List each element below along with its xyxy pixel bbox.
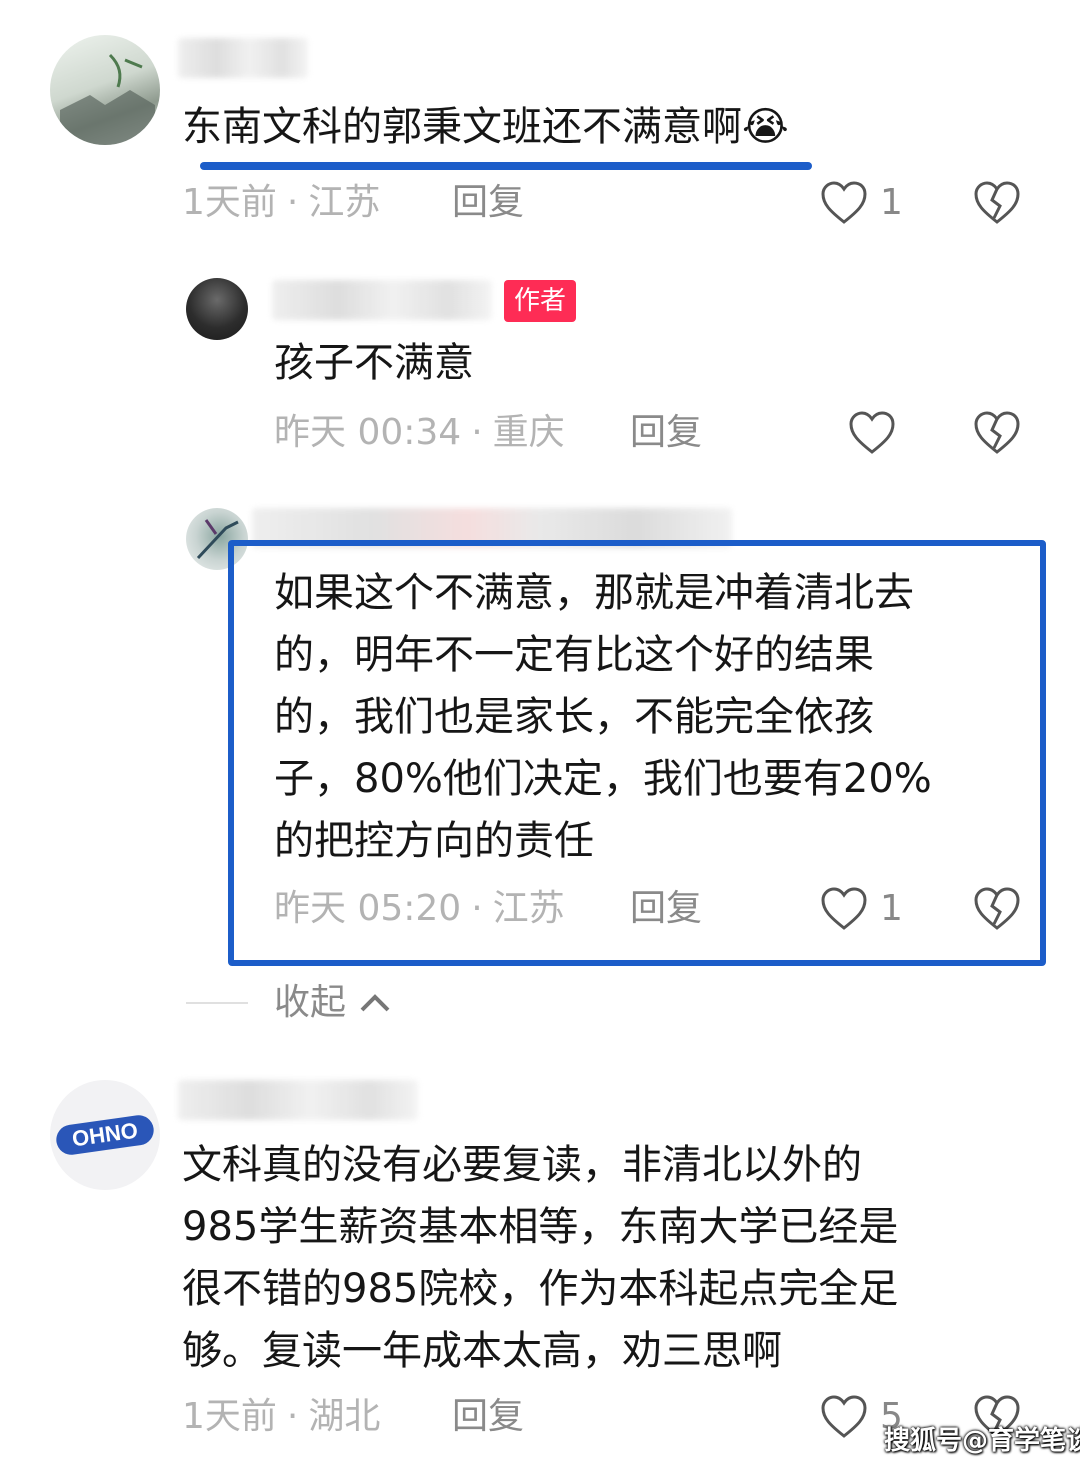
laughing-crying-emoji-icon: 😭	[742, 104, 789, 150]
comment-meta: 1天前 · 湖北	[182, 1396, 381, 1437]
comment-meta: 1天前 · 江苏	[182, 182, 381, 223]
reply-button[interactable]: 回复	[452, 1394, 524, 1440]
chevron-up-icon	[360, 994, 390, 1012]
comment-meta: 昨天 05:20 · 江苏	[274, 888, 565, 929]
username-blurred[interactable]	[178, 38, 308, 78]
comment-text: 如果这个不满意，那就是冲着清北去 的，明年不一定有比这个好的结果 的，我们也是家…	[274, 562, 932, 872]
divider	[186, 1002, 248, 1004]
like-heart-icon[interactable]	[820, 180, 868, 226]
comment-line: 如果这个不满意，那就是冲着清北去	[274, 570, 914, 616]
avatar-image-icon	[60, 53, 155, 145]
comment-line: 的，明年不一定有比这个好的结果	[274, 632, 874, 678]
comment-text: 孩子不满意	[274, 340, 474, 386]
dislike-broken-heart-icon[interactable]	[972, 410, 1022, 456]
avatar[interactable]	[186, 278, 248, 340]
reply-button[interactable]: 回复	[452, 180, 524, 226]
comment-line: 的，我们也是家长，不能完全依孩	[274, 694, 874, 740]
like-count: 1	[880, 182, 903, 223]
reply-button[interactable]: 回复	[630, 886, 702, 932]
like-count: 1	[880, 888, 903, 929]
reply-button[interactable]: 回复	[630, 410, 702, 456]
dislike-broken-heart-icon[interactable]	[972, 180, 1022, 226]
highlight-underline	[200, 162, 812, 170]
comment-line: 够。复读一年成本太高，劝三思啊	[182, 1328, 782, 1374]
username-blurred[interactable]	[178, 1080, 418, 1120]
watermark: 搜狐号@育学笔谈	[884, 1426, 1080, 1456]
ohno-logo-icon: OHNO	[56, 1115, 154, 1155]
comment-line: 文科真的没有必要复读，非清北以外的	[182, 1142, 862, 1188]
avatar[interactable]	[50, 35, 160, 145]
like-heart-icon[interactable]	[820, 1394, 868, 1440]
comment-line: 的把控方向的责任	[274, 818, 594, 864]
dislike-broken-heart-icon[interactable]	[972, 886, 1022, 932]
comment-line: 很不错的985院校，作为本科起点完全足	[182, 1266, 899, 1312]
collapse-label: 收起	[274, 982, 347, 1023]
comment-line: 985学生薪资基本相等，东南大学已经是	[182, 1204, 899, 1250]
comment-text: 文科真的没有必要复读，非清北以外的 985学生薪资基本相等，东南大学已经是 很不…	[182, 1134, 898, 1382]
comment-line: 子，80%他们决定，我们也要有20%	[274, 756, 932, 802]
comment-text: 东南文科的郭秉文班还不满意啊😭	[182, 104, 789, 150]
author-badge: 作者	[504, 280, 577, 322]
like-heart-icon[interactable]	[820, 886, 868, 932]
avatar[interactable]: OHNO	[50, 1080, 160, 1190]
comment-meta: 昨天 00:34 · 重庆	[274, 412, 565, 453]
like-heart-icon[interactable]	[848, 410, 896, 456]
username-blurred[interactable]	[272, 280, 492, 320]
